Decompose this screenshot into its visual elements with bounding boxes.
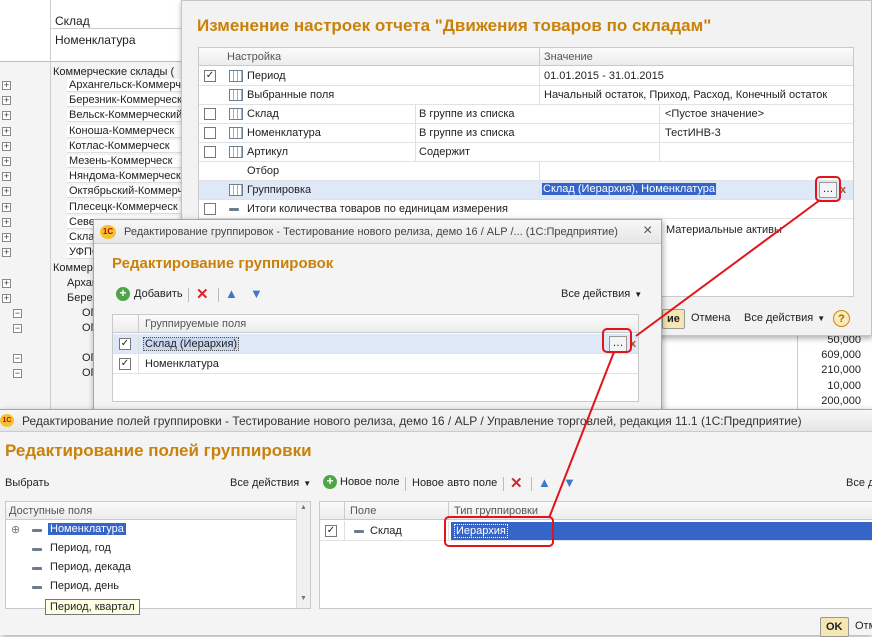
annotation-arrows (548, 199, 821, 519)
